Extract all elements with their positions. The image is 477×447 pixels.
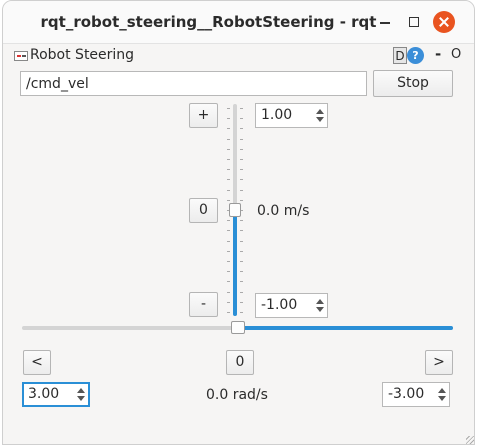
linear-max-value: 1.00 <box>261 107 293 123</box>
slider-tick <box>240 312 243 313</box>
slider-tick <box>227 108 230 109</box>
slider-tick <box>240 230 243 232</box>
slider-tick <box>240 240 243 242</box>
dock-button[interactable]: D <box>393 47 407 64</box>
slider-tick <box>227 179 230 181</box>
increase-linear-button[interactable]: + <box>189 103 218 128</box>
plugin-header: Robot Steering D ? - O <box>3 43 474 67</box>
slider-tick <box>240 271 243 273</box>
zero-linear-button[interactable]: 0 <box>189 198 218 223</box>
linear-slider-fill <box>233 212 237 316</box>
slider-tick <box>227 169 230 171</box>
angular-min-spinbox[interactable]: -3.00 <box>382 382 450 407</box>
slider-tick <box>227 128 230 130</box>
spin-arrows-icon[interactable] <box>316 107 324 124</box>
minimize-icon[interactable] <box>374 11 396 33</box>
slider-tick <box>240 179 243 181</box>
slider-tick <box>240 261 243 262</box>
angular-max-spinbox[interactable]: 3.00 <box>22 382 90 407</box>
maximize-icon[interactable] <box>403 11 425 33</box>
slider-tick <box>240 128 243 130</box>
linear-min-value: -1.00 <box>261 297 298 313</box>
angular-min-value: -3.00 <box>388 386 425 402</box>
slider-tick <box>227 301 230 303</box>
slider-tick <box>227 118 230 120</box>
slider-tick <box>227 220 230 222</box>
linear-velocity-label: 0.0 m/s <box>257 203 310 219</box>
rqt-window: rqt_robot_steering__RobotSteering - rqt … <box>2 0 475 445</box>
linear-slider-handle[interactable] <box>229 203 241 217</box>
slider-tick <box>240 138 243 140</box>
resize-grip-icon[interactable] <box>464 434 474 444</box>
slider-tick <box>227 281 230 283</box>
slider-tick <box>227 189 230 191</box>
help-icon[interactable]: ? <box>407 47 424 64</box>
slider-tick <box>240 281 243 283</box>
slider-tick <box>227 230 230 232</box>
slider-tick <box>240 108 243 109</box>
slider-tick <box>240 148 243 150</box>
slider-tick <box>240 169 243 171</box>
turn-right-button[interactable]: > <box>425 350 453 375</box>
linear-min-spinbox[interactable]: -1.00 <box>255 293 328 318</box>
spin-arrows-icon[interactable] <box>77 386 85 403</box>
slider-tick <box>240 199 243 201</box>
close-icon[interactable] <box>433 11 455 33</box>
slider-tick <box>240 220 243 222</box>
title-bar[interactable]: rqt_robot_steering__RobotSteering - rqt <box>3 1 474 44</box>
minimize-plugin-button[interactable]: - <box>435 45 441 63</box>
plugin-title: Robot Steering <box>30 47 135 63</box>
slider-tick <box>227 240 230 242</box>
slider-tick <box>240 189 243 191</box>
spin-arrows-icon[interactable] <box>316 297 324 314</box>
slider-tick <box>227 138 230 140</box>
angular-slider-handle[interactable] <box>231 321 245 334</box>
slider-tick <box>227 291 230 293</box>
slider-tick <box>227 271 230 273</box>
slider-tick <box>227 199 230 201</box>
slider-tick <box>240 301 243 303</box>
slider-tick <box>240 291 243 293</box>
turn-left-button[interactable]: < <box>23 350 51 375</box>
slider-tick <box>240 250 243 252</box>
slider-tick <box>227 261 230 262</box>
slider-tick <box>227 148 230 150</box>
angular-max-value: 3.00 <box>28 386 60 402</box>
slider-tick <box>227 159 230 160</box>
angular-slider-fill <box>238 326 453 330</box>
slider-tick <box>227 312 230 313</box>
stop-button[interactable]: Stop <box>373 70 453 97</box>
close-plugin-button[interactable]: O <box>451 47 461 62</box>
zero-angular-button[interactable]: 0 <box>226 350 254 375</box>
topic-input[interactable] <box>20 71 367 96</box>
slider-tick <box>240 118 243 120</box>
angular-velocity-label: 0.0 rad/s <box>206 387 268 403</box>
decrease-linear-button[interactable]: - <box>189 292 218 317</box>
slider-tick <box>227 250 230 252</box>
linear-max-spinbox[interactable]: 1.00 <box>255 103 328 128</box>
window-title: rqt_robot_steering__RobotSteering - rqt <box>40 13 377 31</box>
spin-arrows-icon[interactable] <box>438 386 446 403</box>
slider-tick <box>240 159 243 160</box>
plugin-icon <box>14 51 28 61</box>
